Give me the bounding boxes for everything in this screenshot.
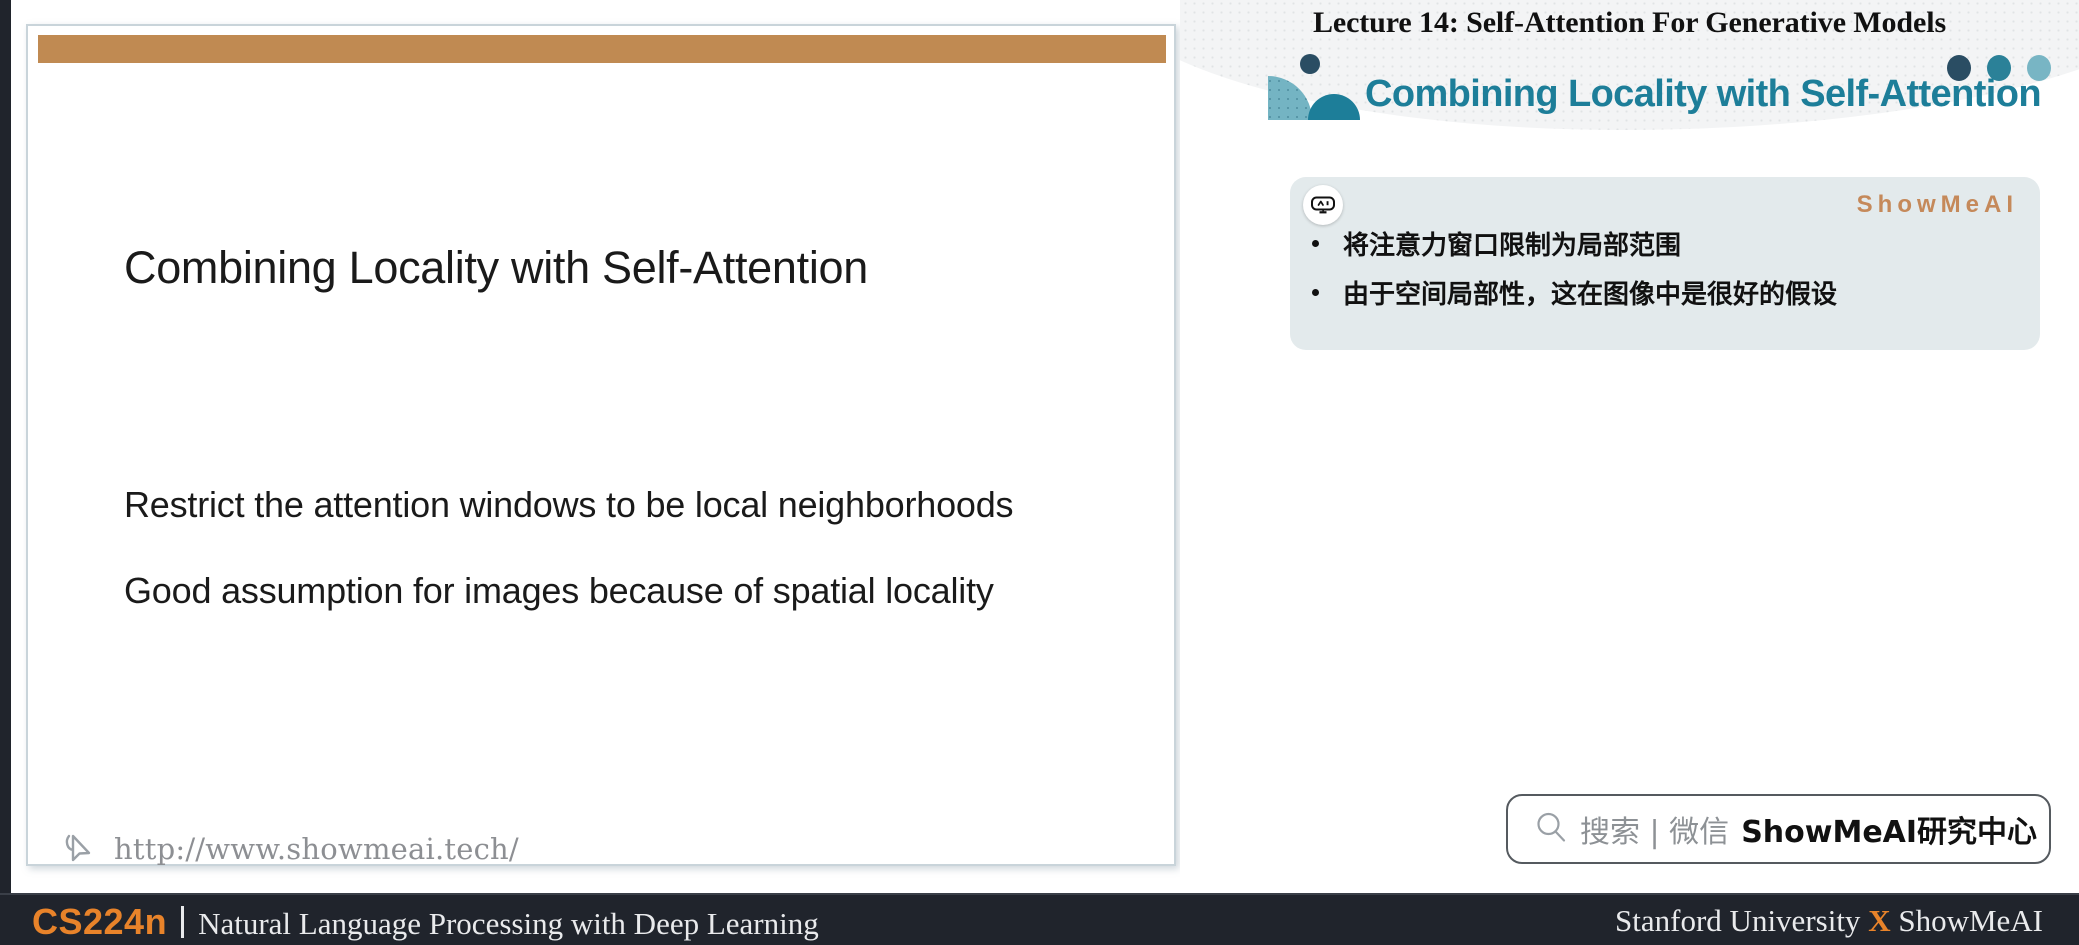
- ai-robot-face-icon: [1303, 185, 1343, 225]
- showmeai-wordmark: ShowMeAI: [1856, 191, 2018, 218]
- section-title: Combining Locality with Self-Attention: [1365, 73, 2042, 115]
- footer-pipe-divider: [181, 906, 185, 938]
- footer-attribution-prefix: Stanford University: [1615, 903, 1869, 938]
- lecture-header-title: Lecture 14: Self-Attention For Generativ…: [1312, 6, 1947, 39]
- presentation-slide[interactable]: Combining Locality with Self-Attention R…: [26, 24, 1176, 866]
- search-value: ShowMeAI研究中心: [1741, 815, 2038, 850]
- bullet-text: 将注意力窗口限制为局部范围: [1343, 231, 1682, 261]
- footer-bar: CS224n Natural Language Processing with …: [0, 893, 2079, 945]
- footer-divider-rule: [0, 893, 2079, 895]
- footer-attribution-x: X: [1868, 903, 1891, 938]
- footer-attribution: Stanford University X ShowMeAI: [1615, 903, 2043, 939]
- left-edge-rail: [0, 0, 11, 893]
- showmeai-logo-icon: [1268, 52, 1366, 120]
- watermark-url: http://www.showmeai.tech/: [114, 832, 519, 866]
- cursor-pointer-icon: [60, 829, 100, 869]
- slide-viewer-page: Combining Locality with Self-Attention R…: [0, 0, 2079, 945]
- search-icon: [1534, 810, 1568, 849]
- slide-watermark: http://www.showmeai.tech/: [60, 829, 519, 869]
- slide-accent-bar: [38, 35, 1166, 63]
- bullet-text: 由于空间局部性，这在图像中是很好的假设: [1343, 280, 1838, 310]
- notes-bullet-list: 将注意力窗口限制为局部范围 由于空间局部性，这在图像中是很好的假设: [1312, 225, 1837, 323]
- footer-attribution-suffix: ShowMeAI: [1890, 903, 2043, 938]
- slide-title: Combining Locality with Self-Attention: [124, 242, 868, 293]
- bullet-dot-icon: [1312, 289, 1319, 296]
- course-code: CS224n: [32, 901, 168, 942]
- slide-body-line-2: Good assumption for images because of sp…: [124, 570, 994, 611]
- slide-canvas: [26, 24, 1176, 866]
- footer-course-block: CS224n Natural Language Processing with …: [32, 901, 819, 943]
- list-item: 由于空间局部性，这在图像中是很好的假设: [1312, 274, 1837, 311]
- course-name: Natural Language Processing with Deep Le…: [198, 906, 819, 941]
- bullet-dot-icon: [1312, 240, 1319, 247]
- slide-body-line-1: Restrict the attention windows to be loc…: [124, 484, 1014, 525]
- notes-card: ShowMeAI 将注意力窗口限制为局部范围 由于空间局部性，这在图像中是很好的…: [1290, 177, 2040, 350]
- notes-panel: Lecture 14: Self-Attention For Generativ…: [1180, 0, 2079, 893]
- wechat-search-bar[interactable]: 搜索 | 微信 ShowMeAI研究中心: [1506, 794, 2051, 864]
- search-placeholder: 搜索 | 微信: [1580, 815, 1730, 850]
- list-item: 将注意力窗口限制为局部范围: [1312, 225, 1837, 262]
